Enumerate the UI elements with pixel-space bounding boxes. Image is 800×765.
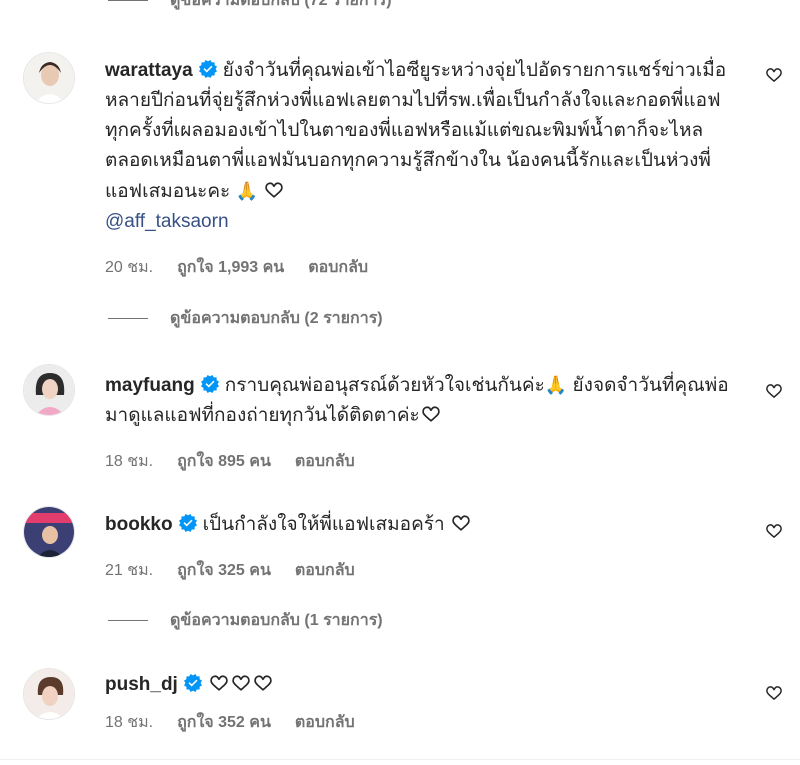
comment-username[interactable]: mayfuang [105, 375, 195, 396]
comment-body: ยังจำวันที่คุณพ่อเข้าไอซียูระหว่างจุ่ยไป… [105, 60, 727, 202]
avatar[interactable] [23, 668, 75, 720]
like-heart-icon[interactable] [765, 684, 783, 702]
comment-likes[interactable]: ถูกใจ 895 คน [177, 449, 271, 474]
like-heart-icon[interactable] [765, 522, 783, 540]
view-replies-label: ดูข้อความตอบกลับ (1 รายการ) [170, 611, 383, 629]
comment-time[interactable]: 20 ชม. [105, 255, 153, 280]
folded-hands-emoji: 🙏 [544, 375, 568, 395]
reply-button[interactable]: ตอบกลับ [295, 710, 355, 735]
heart-emoji-icon [263, 180, 285, 200]
reply-divider-line [108, 0, 148, 1]
comment-username[interactable]: warattaya [105, 60, 193, 81]
view-replies-button[interactable]: ดูข้อความตอบกลับ (2 รายการ) [108, 306, 383, 330]
view-replies-button[interactable]: ดูข้อความตอบกลับ (72 รายการ) [108, 0, 392, 12]
comment-body: กราบคุณพ่ออนุสรณ์ด้วยหัวใจเช่นกันค่ะ [224, 375, 545, 396]
comment-time[interactable]: 18 ชม. [105, 710, 153, 735]
avatar[interactable] [23, 364, 75, 416]
comment-time[interactable]: 18 ชม. [105, 449, 153, 474]
comment-time[interactable]: 21 ชม. [105, 558, 153, 583]
comment-text: bookko เป็นกำลังใจให้พี่แอฟเสมอคร้า [105, 510, 740, 540]
reply-divider-line [108, 619, 148, 621]
verified-badge-icon [201, 375, 219, 393]
reply-button[interactable]: ตอบกลับ [295, 558, 355, 583]
comment-meta: 20 ชม. ถูกใจ 1,993 คน ตอบกลับ [105, 255, 740, 280]
comment-text: warattaya ยังจำวันที่คุณพ่อเข้าไอซียูระหว… [105, 56, 740, 237]
reply-divider-line [108, 317, 148, 319]
comment-username[interactable]: push_dj [105, 674, 178, 695]
folded-hands-emoji: 🙏 [235, 181, 258, 201]
heart-emoji-icon [420, 404, 442, 424]
reply-button[interactable]: ตอบกลับ [295, 449, 355, 474]
heart-emoji-icon [208, 673, 230, 693]
comment-meta: 21 ชม. ถูกใจ 325 คน ตอบกลับ [105, 558, 740, 583]
reply-button[interactable]: ตอบกลับ [308, 255, 368, 280]
verified-badge-icon [199, 60, 217, 78]
view-replies-label: ดูข้อความตอบกลับ (72 รายการ) [170, 0, 392, 9]
like-heart-icon[interactable] [765, 66, 783, 84]
view-replies-button[interactable]: ดูข้อความตอบกลับ (1 รายการ) [108, 608, 383, 632]
like-heart-icon[interactable] [765, 382, 783, 400]
section-divider [0, 759, 800, 760]
view-replies-label: ดูข้อความตอบกลับ (2 รายการ) [170, 309, 383, 327]
heart-emoji-icon [230, 673, 252, 693]
comment-text: mayfuang กราบคุณพ่ออนุสรณ์ด้วยหัวใจเช่นกั… [105, 370, 740, 431]
avatar[interactable] [23, 52, 75, 104]
verified-badge-icon [179, 514, 197, 532]
comment-meta: 18 ชม. ถูกใจ 895 คน ตอบกลับ [105, 449, 740, 474]
heart-emoji-icon [252, 673, 274, 693]
comment-likes[interactable]: ถูกใจ 325 คน [177, 558, 271, 583]
comment-meta: 18 ชม. ถูกใจ 352 คน ตอบกลับ [105, 710, 740, 735]
comment-text: push_dj [105, 670, 740, 700]
verified-badge-icon [184, 674, 202, 692]
avatar[interactable] [23, 506, 75, 558]
comment-likes[interactable]: ถูกใจ 1,993 คน [177, 255, 284, 280]
comment-likes[interactable]: ถูกใจ 352 คน [177, 710, 271, 735]
heart-emoji-icon [450, 513, 472, 533]
mention-link[interactable]: @aff_taksaorn [105, 211, 229, 232]
comment-username[interactable]: bookko [105, 514, 173, 535]
comment-body: เป็นกำลังใจให้พี่แอฟเสมอคร้า [202, 514, 445, 535]
